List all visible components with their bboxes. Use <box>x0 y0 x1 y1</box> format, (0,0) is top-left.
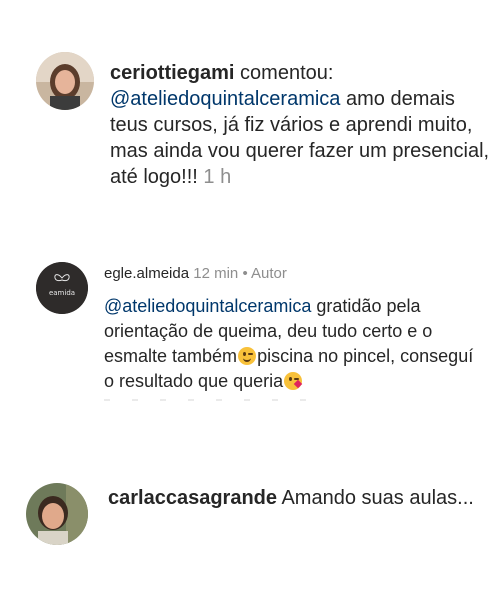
comment-text: ceriottiegami comentou: @ateliedoquintal… <box>110 60 490 190</box>
mention-link[interactable]: @ateliedoquintalceramica <box>104 296 311 316</box>
avatar[interactable] <box>26 483 88 545</box>
wink-emoji-icon <box>238 347 257 365</box>
separator-dot: • <box>242 265 248 282</box>
avatar-logo-text: eamida <box>49 289 75 297</box>
comment-text: @ateliedoquintalceramica gratidão pela o… <box>104 294 484 394</box>
username[interactable]: carlaccasagrande <box>108 487 277 509</box>
comment-meta: egle.almeida 12 min • Autor <box>104 264 287 284</box>
avatar-photo <box>26 483 88 545</box>
action-text: comentou: <box>240 62 334 84</box>
author-badge: Autor <box>251 265 287 282</box>
avatar[interactable]: eamida <box>36 262 88 314</box>
comment-item: ceriottiegami comentou: @ateliedoquintal… <box>0 52 500 188</box>
timestamp: 12 min <box>193 265 239 282</box>
comment-body: Amando suas aulas... <box>281 487 474 509</box>
avatar[interactable] <box>36 52 94 110</box>
username[interactable]: ceriottiegami <box>110 62 234 84</box>
timestamp: 1 h <box>203 166 232 188</box>
mention-link[interactable]: @ateliedoquintalceramica <box>110 88 340 110</box>
comment-item: carlaccasagrande Amando suas aulas... <box>0 483 500 553</box>
username[interactable]: egle.almeida <box>104 265 189 282</box>
comment-text: carlaccasagrande Amando suas aulas... <box>108 485 488 512</box>
butterfly-logo-icon: eamida <box>36 262 88 314</box>
divider <box>104 399 314 401</box>
avatar-photo <box>36 52 94 110</box>
kiss-emoji-icon <box>284 372 303 390</box>
comment-item: eamida egle.almeida 12 min • Autor @atel… <box>0 262 500 412</box>
